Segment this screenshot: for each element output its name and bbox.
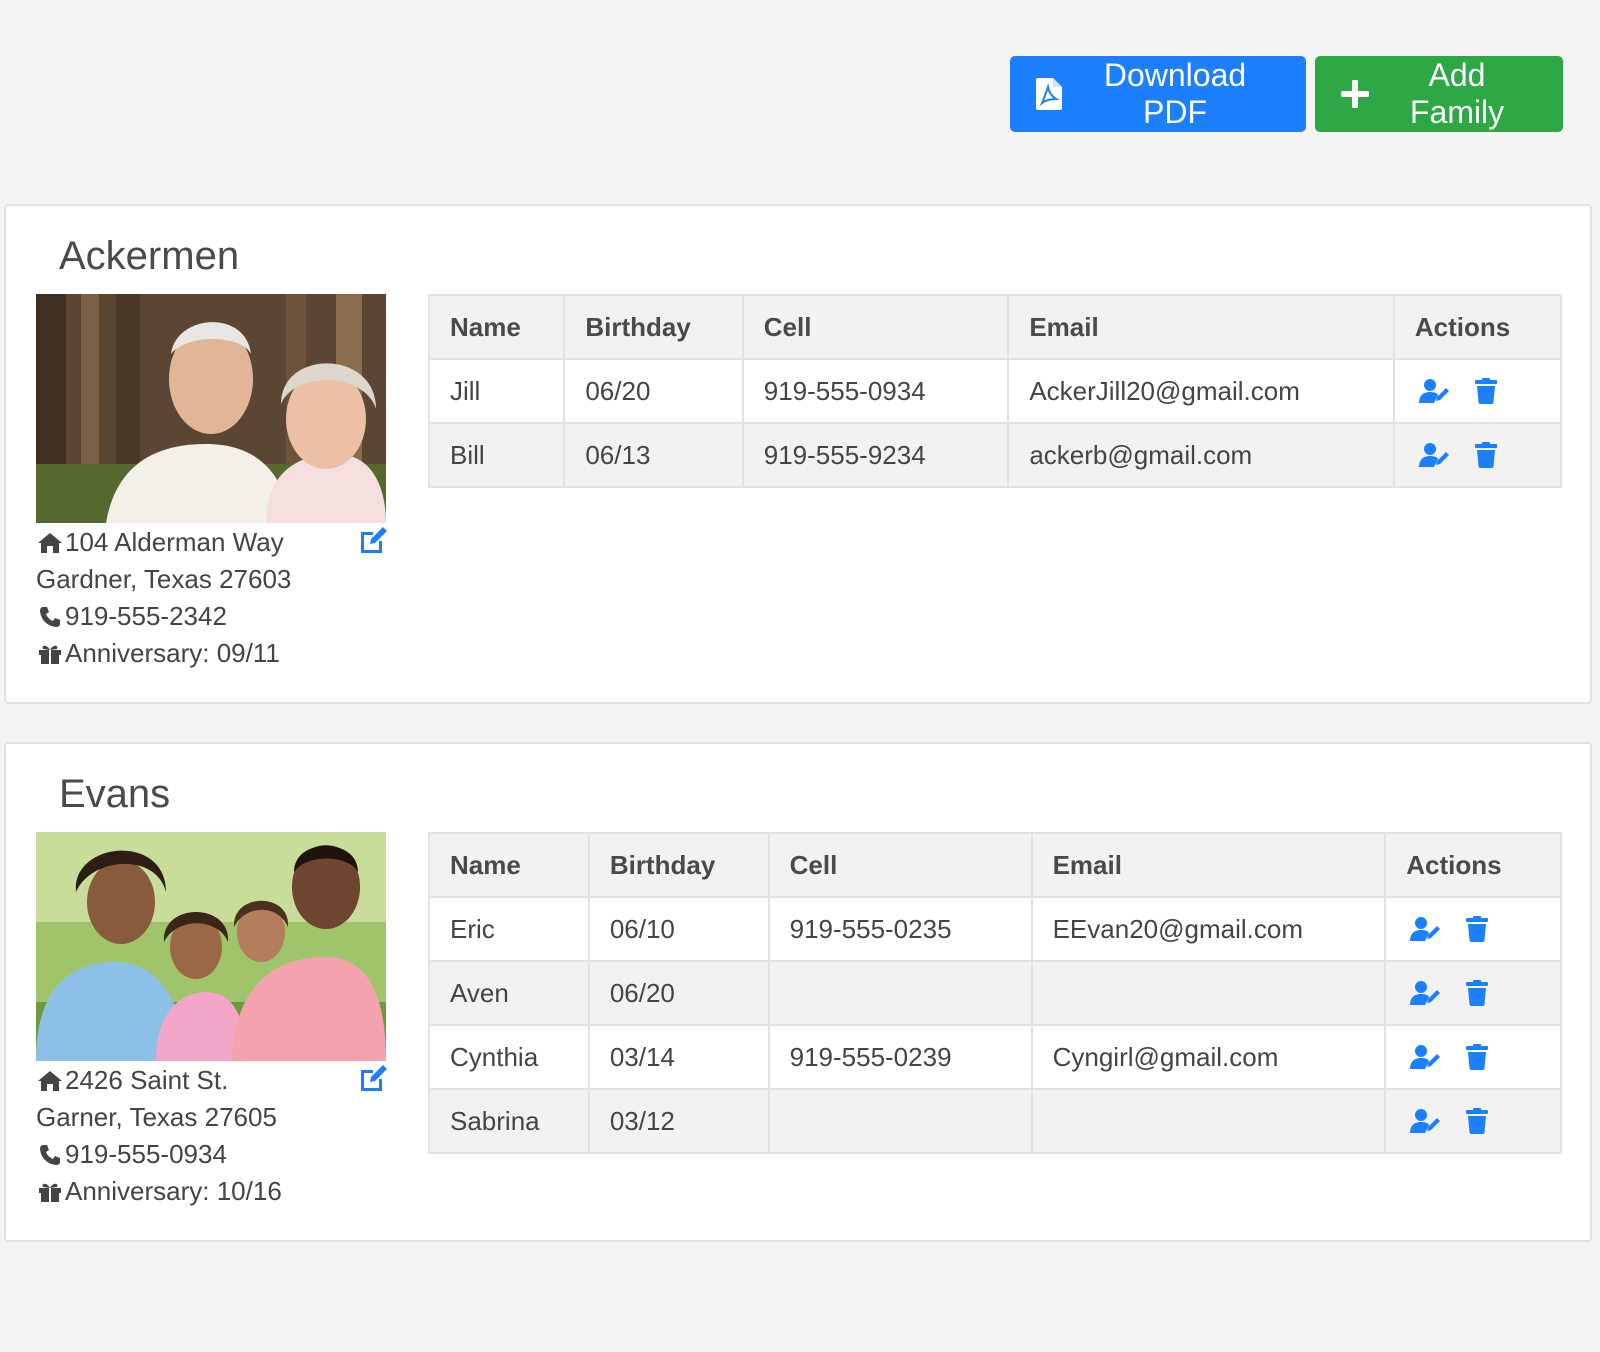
actions-group	[1406, 1108, 1540, 1134]
table-row: Sabrina 03/12	[428, 1088, 1562, 1154]
header-actions: Actions	[1392, 294, 1563, 360]
gift-icon	[36, 1181, 64, 1203]
member-name: Cynthia	[428, 1024, 590, 1090]
trash-icon[interactable]	[1466, 1108, 1489, 1134]
header-cell: Cell	[767, 832, 1033, 898]
member-actions	[1384, 1024, 1562, 1090]
trash-icon[interactable]	[1466, 1044, 1489, 1070]
member-birthday: 03/14	[587, 1024, 770, 1090]
address-line1: 104 Alderman Way	[65, 527, 284, 557]
member-name: Eric	[428, 896, 590, 962]
header-actions: Actions	[1384, 832, 1562, 898]
table-row: Bill 06/13 919-555-9234 ackerb@gmail.com	[427, 422, 1563, 488]
user-edit-icon[interactable]	[1410, 980, 1442, 1006]
trash-icon[interactable]	[1474, 442, 1497, 468]
family-address-block: 2426 Saint St. Garner, Texas 27605 919-5…	[36, 1062, 388, 1210]
actions-group	[1406, 916, 1540, 942]
actions-group	[1415, 378, 1540, 404]
file-pdf-icon	[1036, 78, 1062, 110]
family-card-evans: Evans 2426 Saint St. Garner, Texas 27605	[4, 742, 1592, 1242]
actions-group	[1415, 442, 1540, 468]
member-birthday: 06/10	[587, 896, 770, 962]
user-edit-icon[interactable]	[1410, 1108, 1442, 1134]
member-email: EEvan20@gmail.com	[1030, 896, 1387, 962]
family-name: Ackermen	[59, 234, 240, 278]
edit-icon[interactable]	[358, 1064, 388, 1094]
member-birthday: 06/13	[563, 422, 744, 488]
table-row: Aven 06/20	[428, 960, 1562, 1026]
actions-group	[1406, 1044, 1540, 1070]
family-name: Evans	[59, 772, 171, 816]
user-edit-icon[interactable]	[1410, 916, 1442, 942]
address-line1: 2426 Saint St.	[65, 1065, 229, 1095]
header-name: Name	[428, 832, 590, 898]
toolbar: Download PDF Add Family	[1010, 56, 1563, 132]
member-name: Sabrina	[428, 1088, 590, 1154]
member-actions	[1392, 422, 1563, 488]
family-anniversary: Anniversary: 10/16	[65, 1176, 282, 1206]
members-table: Name Birthday Cell Email Actions Eric 06…	[428, 832, 1562, 1154]
member-actions	[1384, 960, 1562, 1026]
member-birthday: 06/20	[587, 960, 770, 1026]
member-actions	[1384, 1088, 1562, 1154]
user-edit-icon[interactable]	[1410, 1044, 1442, 1070]
member-name: Aven	[428, 960, 590, 1026]
header-birthday: Birthday	[587, 832, 770, 898]
family-photo	[36, 832, 386, 1061]
table-row: Cynthia 03/14 919-555-0239 Cyngirl@gmail…	[428, 1024, 1562, 1090]
actions-group	[1406, 980, 1540, 1006]
address-line2: Gardner, Texas 27603	[36, 564, 292, 594]
member-email	[1030, 960, 1387, 1026]
member-actions	[1384, 896, 1562, 962]
member-email: AckerJill20@gmail.com	[1007, 358, 1395, 424]
member-name: Bill	[427, 422, 566, 488]
address-line2: Garner, Texas 27605	[36, 1102, 277, 1132]
member-name: Jill	[427, 358, 566, 424]
home-icon	[36, 532, 64, 554]
member-cell	[767, 960, 1033, 1026]
table-header-row: Name Birthday Cell Email Actions	[427, 294, 1563, 360]
plus-icon	[1341, 80, 1369, 108]
download-pdf-button[interactable]: Download PDF	[1010, 56, 1306, 132]
trash-icon[interactable]	[1474, 378, 1497, 404]
home-icon	[36, 1070, 64, 1092]
member-email	[1030, 1088, 1387, 1154]
header-birthday: Birthday	[563, 294, 744, 360]
table-header-row: Name Birthday Cell Email Actions	[428, 832, 1562, 898]
member-cell	[767, 1088, 1033, 1154]
phone-icon	[36, 606, 64, 628]
gift-icon	[36, 643, 64, 665]
download-pdf-label: Download PDF	[1103, 57, 1247, 130]
table-row: Jill 06/20 919-555-0934 AckerJill20@gmai…	[427, 358, 1563, 424]
family-phone: 919-555-2342	[65, 601, 227, 631]
member-cell: 919-555-0235	[767, 896, 1033, 962]
user-edit-icon[interactable]	[1418, 378, 1451, 404]
header-email: Email	[1030, 832, 1387, 898]
members-table: Name Birthday Cell Email Actions Jill 06…	[427, 294, 1563, 488]
trash-icon[interactable]	[1466, 916, 1489, 942]
family-anniversary: Anniversary: 09/11	[65, 638, 280, 668]
phone-icon	[36, 1144, 64, 1166]
member-actions	[1392, 358, 1563, 424]
family-address-block: 104 Alderman Way Gardner, Texas 27603 91…	[36, 524, 388, 672]
user-edit-icon[interactable]	[1418, 442, 1451, 468]
trash-icon[interactable]	[1466, 980, 1489, 1006]
header-email: Email	[1007, 294, 1395, 360]
family-card-ackermen: Ackermen 104 Alderman Way Gardner, Texas…	[4, 204, 1592, 704]
member-email: Cyngirl@gmail.com	[1030, 1024, 1387, 1090]
add-family-label: Add Family	[1409, 57, 1505, 130]
edit-icon[interactable]	[358, 526, 388, 556]
member-cell: 919-555-0239	[767, 1024, 1033, 1090]
member-birthday: 06/20	[563, 358, 744, 424]
header-name: Name	[427, 294, 566, 360]
header-cell: Cell	[741, 294, 1010, 360]
member-email: ackerb@gmail.com	[1007, 422, 1395, 488]
table-row: Eric 06/10 919-555-0235 EEvan20@gmail.co…	[428, 896, 1562, 962]
add-family-button[interactable]: Add Family	[1315, 56, 1563, 132]
family-photo	[36, 294, 386, 523]
member-cell: 919-555-0934	[741, 358, 1010, 424]
family-phone: 919-555-0934	[65, 1139, 227, 1169]
member-birthday: 03/12	[587, 1088, 770, 1154]
member-cell: 919-555-9234	[741, 422, 1010, 488]
